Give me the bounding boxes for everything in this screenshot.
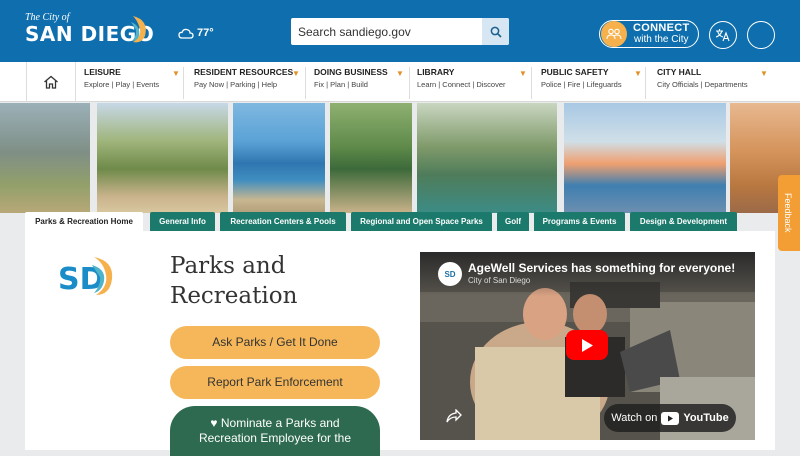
nominate-line2: Recreation Employee for the [198, 431, 352, 445]
page-title-line2: Recreation [170, 283, 298, 309]
logo-swoosh-icon [131, 16, 146, 43]
nav-item-leisure[interactable]: LEISURE Explore | Play | Events ▼ [84, 67, 184, 99]
search-box [291, 18, 509, 45]
nav-subtitle: Pay Now | Parking | Help [194, 80, 278, 89]
watch-on-label: Watch on [611, 412, 658, 424]
nav-item-city-hall[interactable]: CITY HALL City Officials | Departments ▼ [657, 67, 774, 99]
video-channel: City of San Diego [468, 276, 531, 285]
search-button[interactable] [482, 18, 509, 45]
youtube-icon [661, 411, 680, 425]
page-title-line1: Parks and [170, 253, 286, 279]
nominate-employee-button[interactable]: ♥ Nominate a Parks and Recreation Employ… [170, 406, 380, 456]
tab-recreation-centers[interactable]: Recreation Centers & Pools [220, 212, 346, 231]
nav-subtitle: City Officials | Departments [657, 80, 748, 89]
nav-item-public-safety[interactable]: PUBLIC SAFETY Police | Fire | Lifeguards… [541, 67, 646, 99]
connect-label: CONNECT with the City [633, 22, 690, 46]
account-button[interactable] [747, 21, 775, 49]
channel-avatar[interactable]: SD [438, 262, 462, 286]
share-icon [446, 408, 462, 423]
connect-title: CONNECT [633, 22, 690, 34]
translate-icon [715, 29, 730, 42]
sd-logo: SD [58, 251, 118, 304]
main-nav: LEISURE Explore | Play | Events ▼ RESIDE… [0, 62, 800, 102]
feedback-label: Feedback [783, 193, 793, 233]
chevron-down-icon: ▼ [172, 69, 180, 78]
connect-button[interactable]: CONNECT with the City [599, 20, 699, 48]
nav-title: DOING BUSINESS [314, 67, 388, 77]
cloud-icon [178, 28, 194, 39]
watch-on-youtube-button[interactable]: Watch on YouTube [604, 404, 736, 432]
nav-title: LEISURE [84, 67, 121, 77]
translate-button[interactable] [709, 21, 737, 49]
site-header: The City of SAN DIEGO 77° Search sandieg… [0, 0, 800, 62]
page-title: Parks and Recreation [170, 251, 370, 311]
nav-item-doing-business[interactable]: DOING BUSINESS Fix | Plan | Build ▼ [314, 67, 410, 99]
tab-parks-home[interactable]: Parks & Recreation Home [25, 212, 143, 231]
nav-item-resident-resources[interactable]: RESIDENT RESOURCES Pay Now | Parking | H… [194, 67, 306, 99]
nav-title: LIBRARY [417, 67, 455, 77]
nav-title: PUBLIC SAFETY [541, 67, 609, 77]
search-input[interactable] [291, 18, 481, 45]
nominate-line1: ♥ Nominate a Parks and [210, 416, 340, 430]
play-icon [582, 338, 593, 352]
video-title[interactable]: AgeWell Services has something for every… [468, 261, 735, 275]
nav-subtitle: Explore | Play | Events [84, 80, 160, 89]
nav-subtitle: Fix | Plan | Build [314, 80, 368, 89]
weather-widget[interactable]: 77° [178, 27, 214, 39]
home-button[interactable] [26, 62, 76, 102]
nav-subtitle: Police | Fire | Lifeguards [541, 80, 622, 89]
connect-subtitle: with the City [634, 34, 689, 45]
tab-golf[interactable]: Golf [497, 212, 529, 231]
chevron-down-icon: ▼ [634, 69, 642, 78]
search-icon [490, 26, 502, 38]
photo-beach-pier [233, 103, 325, 213]
feedback-tab[interactable]: Feedback [778, 175, 800, 251]
chevron-down-icon: ▼ [760, 69, 768, 78]
nav-title: CITY HALL [657, 67, 702, 77]
tab-general-info[interactable]: General Info [150, 212, 215, 231]
nav-subtitle: Learn | Connect | Discover [417, 80, 506, 89]
photo-bike-trail [97, 103, 228, 213]
chevron-down-icon: ▼ [396, 69, 404, 78]
photo-basketball [417, 103, 557, 213]
nav-item-library[interactable]: LIBRARY Learn | Connect | Discover ▼ [417, 67, 532, 99]
play-button[interactable] [566, 330, 608, 360]
tab-regional-parks[interactable]: Regional and Open Space Parks [351, 212, 492, 231]
photo-trail-walker [0, 103, 90, 213]
ask-parks-button[interactable]: Ask Parks / Get It Done [170, 326, 380, 359]
tab-programs-events[interactable]: Programs & Events [534, 212, 625, 231]
people-icon [601, 21, 627, 47]
youtube-label: YouTube [683, 412, 729, 424]
chevron-down-icon: ▼ [519, 69, 527, 78]
report-enforcement-button[interactable]: Report Park Enforcement [170, 366, 380, 399]
nav-title: RESIDENT RESOURCES [194, 67, 294, 77]
tab-design-development[interactable]: Design & Development [630, 212, 737, 231]
photo-banner [0, 103, 800, 213]
photo-bubbles [564, 103, 726, 213]
chevron-down-icon: ▼ [292, 69, 300, 78]
share-button[interactable] [446, 408, 462, 428]
home-icon [44, 75, 58, 89]
weather-temp: 77° [197, 27, 214, 39]
photo-playground [330, 103, 412, 213]
youtube-video-player[interactable]: SD AgeWell Services has something for ev… [420, 252, 755, 440]
